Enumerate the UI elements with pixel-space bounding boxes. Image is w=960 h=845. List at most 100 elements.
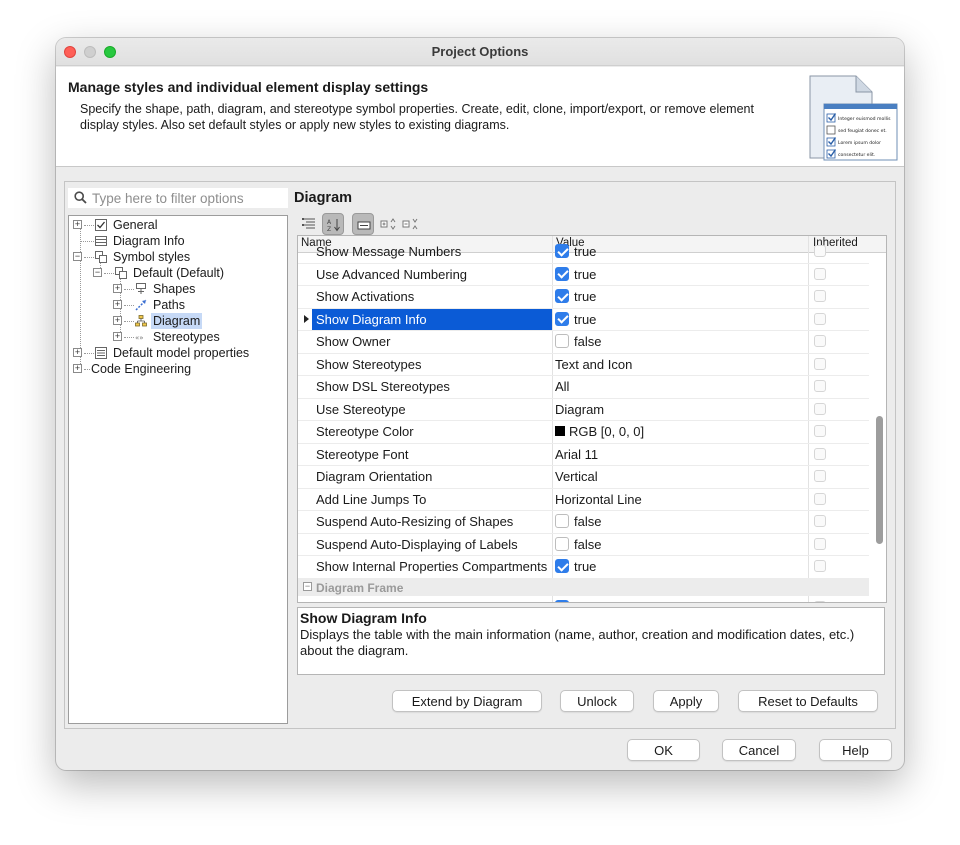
unlock-button[interactable]: Unlock [560, 690, 634, 712]
scrollbar-thumb[interactable] [876, 416, 883, 544]
property-value[interactable]: true [555, 311, 597, 327]
inherited-checkbox[interactable] [814, 267, 826, 280]
table-row[interactable]: Suspend Auto-Resizing of Shapes false [298, 511, 869, 534]
table-row[interactable]: Show Diagram Info true [298, 308, 869, 331]
property-value[interactable]: true [555, 244, 596, 259]
sort-alphabetically-button[interactable]: AZ [322, 213, 344, 235]
table-row[interactable]: Use Stereotype Diagram [298, 399, 869, 421]
help-button[interactable]: Help [819, 739, 892, 761]
table-row[interactable]: Stereotype Color RGB [0, 0, 0] [298, 421, 869, 444]
collapse-icon[interactable]: − [93, 268, 102, 277]
tree-item-stereotypes[interactable]: + «» Stereotypes [113, 329, 283, 345]
inherited-checkbox[interactable] [814, 245, 826, 257]
property-name: Show Stereotypes [316, 356, 422, 372]
table-row[interactable]: Suspend Auto-Displaying of Labels false [298, 534, 869, 556]
property-value[interactable]: Horizontal Line [555, 492, 642, 507]
inherited-checkbox[interactable] [814, 402, 826, 415]
table-row[interactable]: Show Owner false [298, 331, 869, 354]
table-row[interactable]: Diagram Orientation Vertical [298, 466, 869, 489]
expand-all-button[interactable] [378, 213, 400, 235]
inherited-checkbox[interactable] [814, 447, 826, 460]
value-checkbox[interactable] [555, 536, 569, 551]
collapse-icon[interactable]: − [303, 581, 312, 591]
inherited-checkbox[interactable] [814, 380, 826, 392]
vertical-scrollbar[interactable] [872, 254, 886, 602]
expand-icon[interactable]: + [113, 332, 122, 341]
expand-icon[interactable]: + [73, 348, 82, 357]
tree-item-symbol-styles[interactable]: − Symbol styles [73, 249, 283, 265]
table-row[interactable]: Show Activations true [298, 286, 869, 309]
value-checkbox[interactable] [555, 559, 569, 573]
property-value[interactable]: false [555, 334, 601, 349]
collapse-all-button[interactable] [400, 213, 422, 235]
table-row[interactable]: Show Message Numbers true [298, 241, 869, 264]
table-row[interactable]: Show Diagram Frame true [298, 597, 869, 602]
categorized-view-button[interactable] [298, 213, 320, 235]
property-value[interactable]: RGB [0, 0, 0] [555, 424, 644, 439]
property-value[interactable]: All [555, 379, 569, 394]
cancel-button[interactable]: Cancel [722, 739, 796, 761]
inherited-checkbox[interactable] [814, 425, 826, 437]
tree-item-code-engineering[interactable]: + Code Engineering [73, 361, 283, 377]
property-value[interactable]: false [555, 514, 601, 529]
inherited-checkbox[interactable] [814, 537, 826, 550]
table-row[interactable]: Use Advanced Numbering true [298, 264, 869, 286]
property-value[interactable]: true [555, 266, 596, 282]
inherited-checkbox[interactable] [814, 492, 826, 505]
inherited-checkbox[interactable] [814, 515, 826, 527]
tree-item-default-style[interactable]: − Default (Default) [93, 265, 283, 281]
tree-item-diagram-info[interactable]: Diagram Info [73, 233, 283, 249]
collapse-icon[interactable]: − [73, 252, 82, 261]
inherited-checkbox[interactable] [814, 600, 826, 602]
property-value[interactable]: Text and Icon [555, 357, 632, 372]
toggle-description-button[interactable] [352, 213, 374, 235]
property-value[interactable]: true [555, 289, 596, 304]
tree-item-default-model-properties[interactable]: + Default model properties [73, 345, 283, 361]
expand-icon[interactable]: + [73, 220, 82, 229]
table-row[interactable]: Stereotype Font Arial 11 [298, 444, 869, 466]
reset-to-defaults-button[interactable]: Reset to Defaults [738, 690, 878, 712]
inherited-checkbox[interactable] [814, 312, 826, 325]
inherited-checkbox[interactable] [814, 560, 826, 572]
property-value[interactable]: true [555, 599, 596, 602]
property-group-diagram-frame[interactable]: − Diagram Frame [298, 578, 869, 596]
extend-by-diagram-button[interactable]: Extend by Diagram [392, 690, 542, 712]
expand-icon[interactable]: + [73, 364, 82, 373]
title-bar[interactable]: Project Options [56, 38, 904, 66]
tree-item-paths[interactable]: + Paths [113, 297, 283, 313]
expand-icon[interactable]: + [113, 300, 122, 309]
inherited-checkbox[interactable] [814, 335, 826, 347]
options-document-icon: Integer euismod mollis sed feugiat donec… [809, 75, 898, 161]
value-text: true [574, 311, 597, 327]
value-checkbox[interactable] [555, 289, 569, 303]
filter-box[interactable] [68, 188, 288, 208]
expand-icon[interactable]: + [113, 316, 122, 325]
filter-input[interactable] [90, 188, 286, 208]
value-checkbox[interactable] [555, 266, 569, 281]
ok-button[interactable]: OK [627, 739, 700, 761]
value-checkbox[interactable] [555, 311, 569, 326]
table-row[interactable]: Show Internal Properties Compartments tru… [298, 556, 869, 579]
expand-icon[interactable]: + [113, 284, 122, 293]
property-value[interactable]: false [555, 536, 601, 552]
inherited-checkbox[interactable] [814, 290, 826, 302]
property-name: Suspend Auto-Displaying of Labels [316, 536, 518, 552]
image-line-2: sed feugiat donec et. [838, 128, 887, 134]
tree-item-general[interactable]: + General [73, 217, 283, 233]
apply-button[interactable]: Apply [653, 690, 719, 712]
value-checkbox[interactable] [555, 244, 569, 258]
tree-item-diagram[interactable]: + Diagram [113, 313, 283, 329]
inherited-checkbox[interactable] [814, 470, 826, 482]
property-value[interactable]: Vertical [555, 469, 598, 484]
table-row[interactable]: Add Line Jumps To Horizontal Line [298, 489, 869, 511]
inherited-checkbox[interactable] [814, 357, 826, 370]
tree-item-shapes[interactable]: + Shapes [113, 281, 283, 297]
property-value[interactable]: Arial 11 [555, 447, 598, 462]
value-checkbox[interactable] [555, 599, 569, 602]
value-checkbox[interactable] [555, 514, 569, 528]
table-row[interactable]: Show Stereotypes Text and Icon [298, 354, 869, 376]
table-row[interactable]: Show DSL Stereotypes All [298, 376, 869, 399]
property-value[interactable]: Diagram [555, 402, 604, 417]
property-value[interactable]: true [555, 559, 596, 574]
value-checkbox[interactable] [555, 334, 569, 348]
